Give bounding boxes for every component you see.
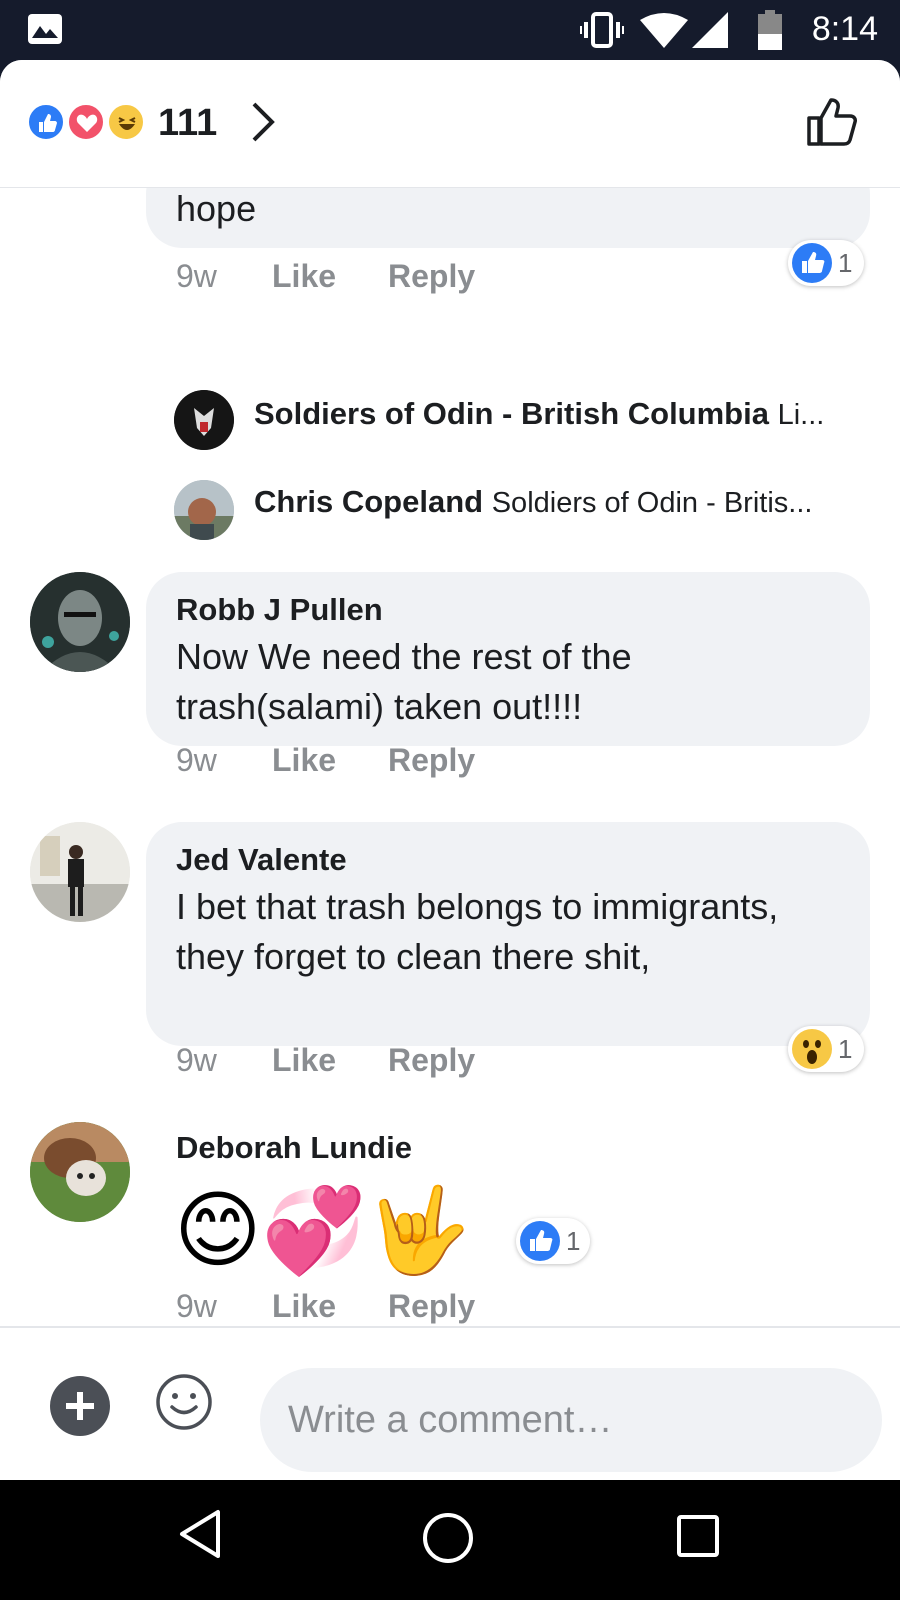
reply-snippet: Li... xyxy=(777,399,825,431)
comment-composer xyxy=(0,1326,900,1480)
wifi-icon xyxy=(640,13,688,48)
back-icon[interactable] xyxy=(178,1508,222,1560)
comments-list: hope 9w Like Reply 1 Soldiers of Odin - … xyxy=(0,188,900,1326)
comment-time: 9w xyxy=(176,258,217,294)
like-button-icon[interactable] xyxy=(806,96,858,148)
commenter-avatar[interactable] xyxy=(30,572,130,672)
reply-link[interactable]: Reply xyxy=(388,258,475,295)
like-link[interactable]: Like xyxy=(272,742,336,779)
reply-avatar[interactable] xyxy=(174,480,234,540)
comment-author[interactable]: Deborah Lundie xyxy=(176,1130,412,1166)
battery-icon xyxy=(758,10,782,50)
reply-link[interactable]: Reply xyxy=(388,1042,475,1079)
emoji-picker-icon[interactable] xyxy=(154,1372,214,1432)
reaction-count: 111 xyxy=(158,102,218,144)
comment-bubble[interactable]: hope xyxy=(146,188,870,248)
home-icon[interactable] xyxy=(420,1510,476,1566)
smiling-face-emoji: 😊 xyxy=(174,1183,262,1277)
plus-icon xyxy=(66,1392,94,1420)
comment-reaction-pill[interactable]: 1 xyxy=(788,240,864,286)
signal-icon xyxy=(692,12,728,48)
like-link[interactable]: Like xyxy=(272,258,336,295)
haha-reaction-icon xyxy=(106,102,146,142)
status-bar: 8:14 xyxy=(0,0,900,60)
like-link[interactable]: Like xyxy=(272,1288,336,1325)
comment-input[interactable] xyxy=(260,1368,882,1472)
reply-author: Soldiers of Odin - British Columbia xyxy=(254,396,769,431)
reaction-count: 1 xyxy=(838,1034,853,1064)
comment-reaction-pill[interactable]: 1 xyxy=(516,1218,590,1264)
like-link[interactable]: Like xyxy=(272,1042,336,1079)
comment-time: 9w xyxy=(176,1042,217,1078)
reply-author: Chris Copeland xyxy=(254,484,484,519)
commenter-avatar[interactable] xyxy=(30,1122,130,1222)
love-reaction-icon xyxy=(66,102,106,142)
wow-reaction-icon xyxy=(792,1029,832,1069)
comment-text: hope xyxy=(176,188,257,229)
comment-text: I bet that trash belongs to immigrants, … xyxy=(176,886,779,977)
revolving-hearts-emoji: 💞 xyxy=(261,1183,367,1277)
reaction-count: 1 xyxy=(838,248,853,278)
android-nav-bar xyxy=(0,1480,900,1600)
reply-snippet: Soldiers of Odin - Britis... xyxy=(491,487,813,519)
like-reaction-icon xyxy=(792,243,832,283)
status-time: 8:14 xyxy=(811,10,878,48)
reply-avatar[interactable] xyxy=(174,390,234,450)
reaction-count: 1 xyxy=(566,1226,581,1256)
rock-on-hand-emoji: 🤟 xyxy=(366,1183,471,1277)
commenter-avatar[interactable] xyxy=(30,822,130,922)
comment-text: Now We need the rest of the trash(salami… xyxy=(176,636,632,727)
reactions-header[interactable]: 111 xyxy=(0,60,900,188)
reply-link[interactable]: Reply xyxy=(388,742,475,779)
comment-time: 9w xyxy=(176,1288,217,1324)
comment-author[interactable]: Robb J Pullen xyxy=(176,592,383,628)
comment-author[interactable]: Jed Valente xyxy=(176,842,347,878)
comment-emojis: 😊💞🤟 xyxy=(174,1180,471,1280)
comment-reaction-pill[interactable]: 1 xyxy=(788,1026,864,1072)
chevron-right-icon[interactable] xyxy=(250,100,276,144)
vibrate-icon xyxy=(580,12,624,48)
recent-apps-icon[interactable] xyxy=(676,1514,720,1558)
comments-screen: 111 hope 9w Like Reply 1 Soldiers of Odi… xyxy=(0,60,900,1480)
comment-bubble[interactable]: Robb J Pullen Now We need the rest of th… xyxy=(146,572,870,746)
reply-preview[interactable]: Chris Copeland Soldiers of Odin - Britis… xyxy=(254,484,812,520)
add-attachment-button[interactable] xyxy=(50,1376,110,1436)
like-reaction-icon xyxy=(520,1221,560,1261)
comment-bubble[interactable]: Jed Valente I bet that trash belongs to … xyxy=(146,822,870,1046)
reply-preview[interactable]: Soldiers of Odin - British Columbia Li..… xyxy=(254,396,824,432)
gallery-icon xyxy=(28,14,62,44)
reply-link[interactable]: Reply xyxy=(388,1288,475,1325)
like-reaction-icon xyxy=(26,102,66,142)
comment-time: 9w xyxy=(176,742,217,778)
